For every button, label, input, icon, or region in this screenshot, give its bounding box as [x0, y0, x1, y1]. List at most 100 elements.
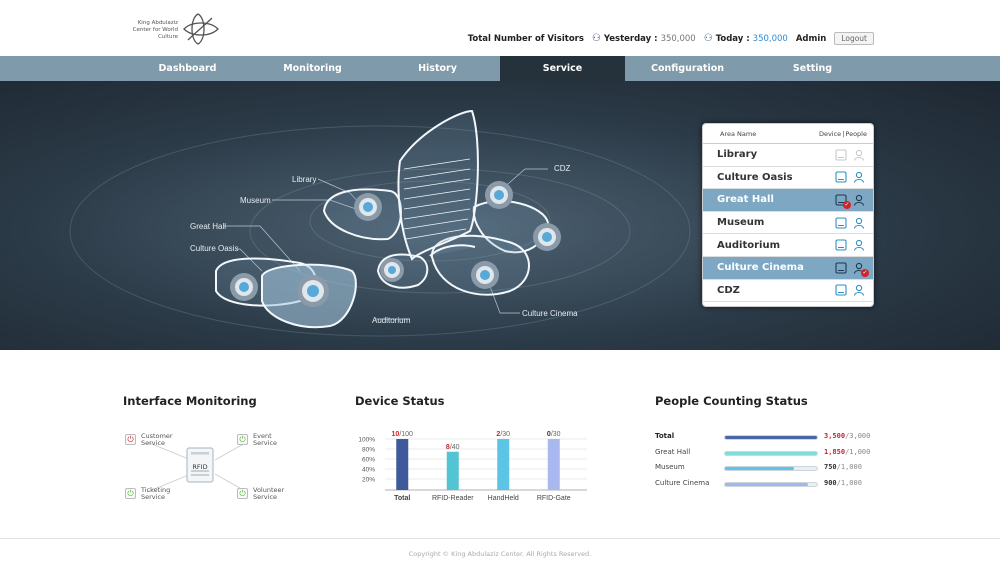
people-icon[interactable]	[853, 171, 865, 184]
people-icon[interactable]: ✓	[853, 262, 869, 277]
bar-value-label: 0/30	[547, 431, 561, 438]
nav-dashboard[interactable]: Dashboard	[125, 56, 250, 81]
bar-handheld[interactable]	[497, 439, 510, 490]
area-name: Culture Cinema	[717, 262, 804, 274]
people-counting-title: People Counting Status	[655, 394, 808, 408]
people-count-value: 750/1,000	[824, 463, 862, 471]
people-counting-status: Total 3,500/3,000 Great Hall 1,850/1,000 Mus…	[655, 430, 885, 495]
bar-value-label: 8/40	[446, 444, 460, 451]
logo[interactable]: King Abdulaziz Center for World Culture	[120, 12, 220, 46]
alert-icon: ✓	[843, 200, 851, 209]
y-tick-label: 40%	[362, 467, 375, 474]
visitor-summary: Total Number of Visitors ⚇ Yesterday : 3…	[468, 32, 874, 45]
bar-rfid-reader[interactable]	[446, 451, 459, 490]
footer-copyright: Copyright © King Abdulaziz Center. All R…	[408, 550, 592, 558]
device-icon[interactable]	[835, 149, 847, 161]
yesterday-stat: ⚇ Yesterday : 350,000	[592, 33, 696, 44]
power-on-icon[interactable]: ⏻	[125, 488, 136, 499]
device-icon[interactable]	[835, 284, 847, 296]
device-status-chart: 100% 80% 60% 40% 20% 10/100 Total 8/40 RFID-Read…	[355, 430, 595, 510]
area-name: Library	[717, 149, 758, 161]
people-count-row: Culture Cinema 900/1,000	[655, 479, 885, 489]
map-label-cdz[interactable]: CDZ	[554, 164, 571, 173]
people-count-bar	[724, 435, 818, 440]
people-icon[interactable]	[853, 194, 865, 206]
bar-rfid-gate[interactable]	[547, 439, 560, 490]
logout-button[interactable]: Logout	[834, 32, 874, 45]
volunteer-service: Volunteer Service	[253, 486, 285, 501]
map-label-library[interactable]: Library	[292, 175, 316, 184]
map-label-auditorium[interactable]: Auditorium	[372, 316, 411, 325]
power-off-icon[interactable]: ⏻	[125, 434, 136, 445]
power-on-icon[interactable]: ⏻	[237, 434, 248, 445]
power-on-icon[interactable]: ⏻	[237, 488, 248, 499]
bar-value-label: 10/100	[392, 431, 414, 438]
facility-map: Library Museum Great Hall Culture Oasis …	[0, 81, 1000, 350]
today-value: 350,000	[752, 33, 788, 44]
people-icon[interactable]	[853, 217, 865, 229]
people-count-row: Total 3,500/3,000	[655, 432, 885, 442]
people-count-value: 900/1,000	[824, 478, 862, 487]
area-row[interactable]: Culture Cinema ✓	[703, 256, 873, 280]
device-icon[interactable]	[835, 171, 847, 183]
nav-setting[interactable]: Setting	[750, 56, 875, 81]
nav-history[interactable]: History	[375, 56, 500, 81]
area-row[interactable]: Auditorium	[703, 234, 873, 257]
people-count-bar	[724, 466, 818, 471]
people-icon[interactable]	[853, 239, 865, 251]
customer-service: Customer Service	[141, 432, 173, 447]
event-service: Event Service	[253, 432, 278, 447]
nav-service[interactable]: Service	[500, 56, 625, 81]
area-name: Great Hall	[717, 194, 774, 206]
x-tick-label: RFID-Gate	[537, 495, 571, 502]
device-icon[interactable]: ✓	[835, 194, 851, 209]
people-count-fill	[725, 467, 794, 470]
device-icon[interactable]	[835, 262, 847, 274]
people-icon[interactable]	[853, 284, 865, 297]
people-icon[interactable]	[853, 149, 865, 161]
people-icon: ⚇	[703, 33, 713, 44]
area-name: CDZ	[717, 284, 740, 296]
map-label-culture-cinema[interactable]: Culture Cinema	[522, 309, 578, 318]
people-icon: ⚇	[591, 33, 601, 44]
col-people: People	[845, 129, 867, 138]
nav-monitoring[interactable]: Monitoring	[250, 56, 375, 81]
people-count-value: 3,500/3,000	[824, 432, 871, 440]
area-row[interactable]: Library	[703, 144, 873, 167]
area-name: Museum	[717, 217, 765, 229]
footer-divider	[0, 538, 1000, 539]
yesterday-label: Yesterday :	[603, 33, 658, 44]
col-device: Device	[818, 129, 842, 138]
people-count-bar	[724, 450, 818, 456]
area-row[interactable]: CDZ	[703, 280, 873, 303]
map-label-museum[interactable]: Museum	[240, 196, 271, 205]
people-count-label: Museum	[655, 463, 685, 471]
people-count-row: Great Hall 1,850/1,000	[655, 448, 885, 458]
user-name: Admin	[795, 33, 827, 44]
interface-monitoring-title: Interface Monitoring	[123, 394, 257, 408]
people-count-bar	[724, 481, 818, 487]
area-row[interactable]: Culture Oasis	[703, 167, 873, 190]
x-tick-label: Total	[394, 495, 410, 502]
area-row[interactable]: Great Hall ✓	[703, 189, 873, 212]
ticketing-service: Ticketing Service	[141, 486, 171, 501]
yesterday-value: 350,000	[660, 33, 696, 44]
device-icon[interactable]	[835, 217, 847, 229]
col-sep: |	[842, 129, 845, 138]
people-count-value: 1,850/1,000	[824, 447, 871, 456]
device-icon[interactable]	[835, 239, 847, 251]
device-status-svg: 100% 80% 60% 40% 20% 10/100 Total 8/40 RFID-Read…	[358, 431, 587, 502]
nav-configuration[interactable]: Configuration	[625, 56, 750, 81]
map-label-great-hall[interactable]: Great Hall	[190, 222, 226, 231]
people-count-row: Museum 750/1,000	[655, 463, 885, 473]
bar-total[interactable]	[396, 439, 409, 490]
map-label-culture-oasis[interactable]: Culture Oasis	[190, 244, 238, 253]
col-area-name: Area Name	[720, 129, 757, 138]
panel-header: Area Name Device | People	[703, 124, 873, 144]
y-tick-label: 80%	[362, 447, 375, 454]
interface-monitoring: RFID ⏻ Customer Service ⏻ Event Service …	[123, 430, 303, 505]
area-row[interactable]: Museum	[703, 212, 873, 235]
people-count-fill	[725, 451, 817, 455]
area-rows: Library Culture Oasis Great Hall ✓ Museum Aud…	[703, 144, 873, 303]
y-tick-label: 20%	[362, 477, 375, 484]
